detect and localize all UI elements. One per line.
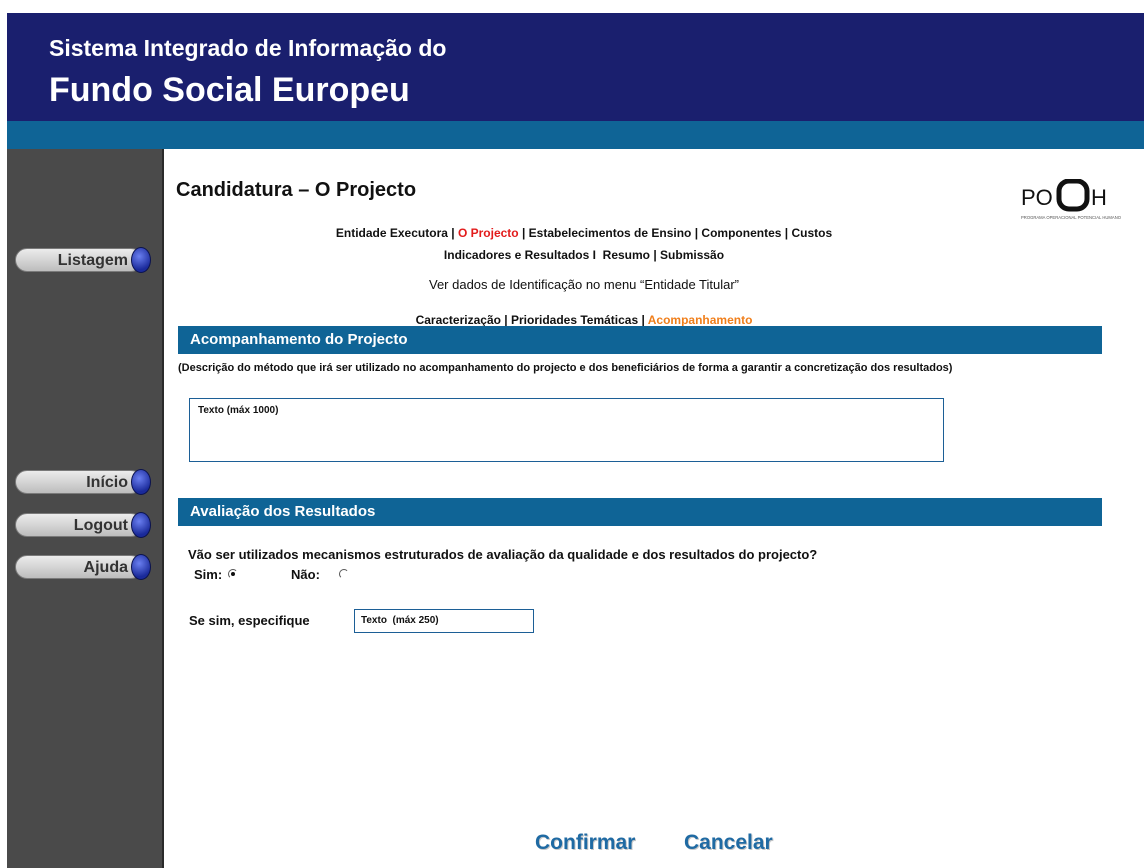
- nav-componentes[interactable]: Componentes: [701, 226, 781, 240]
- header-subbar: [7, 121, 1144, 149]
- nav-separator: |: [691, 226, 702, 240]
- inicio-button[interactable]: Início: [15, 470, 143, 494]
- logo-subtext: PROGRAMA OPERACIONAL POTENCIAL HUMANO: [1021, 215, 1122, 220]
- subtab-prioridades[interactable]: Prioridades Temáticas: [511, 313, 638, 327]
- nav-separator: I: [589, 248, 603, 262]
- avaliacao-question: Vão ser utilizados mecanismos estruturad…: [188, 547, 818, 562]
- radio-sim[interactable]: [226, 567, 240, 581]
- sidebar-item-label: Listagem: [57, 252, 128, 269]
- nav-separator: |: [447, 226, 458, 240]
- acompanhamento-description: (Descrição do método que irá ser utiliza…: [178, 362, 953, 374]
- ajuda-button[interactable]: Ajuda: [15, 555, 143, 579]
- bullet-icon: [131, 469, 151, 495]
- sub-nav: Caracterização | Prioridades Temáticas |…: [164, 313, 1004, 327]
- header-banner: Sistema Integrado de Informação do Fundo…: [7, 13, 1144, 121]
- sidebar-item-ajuda[interactable]: Ajuda: [15, 554, 155, 581]
- nav-separator: |: [650, 248, 661, 262]
- subtab-caracterizacao[interactable]: Caracterização: [416, 313, 501, 327]
- main-nav-line1: Entidade Executora | O Projecto | Estabe…: [164, 226, 1004, 240]
- radio-label-sim: Sim:: [194, 567, 223, 582]
- sidebar-item-logout[interactable]: Logout: [15, 512, 155, 539]
- nav-o-projecto[interactable]: O Projecto: [458, 226, 519, 240]
- main-content: Candidatura – O Projecto PO H PROGRAMA O…: [164, 149, 1144, 868]
- bullet-icon: [131, 512, 151, 538]
- fund-title: Fundo Social Europeu: [49, 71, 410, 109]
- bullet-icon: [131, 554, 151, 580]
- listagem-button[interactable]: Listagem: [15, 248, 143, 272]
- nav-resumo[interactable]: Resumo: [603, 248, 650, 262]
- acompanhamento-textarea[interactable]: Texto (máx 1000): [189, 398, 944, 462]
- nav-entidade-executora[interactable]: Entidade Executora: [336, 226, 448, 240]
- nav-separator: |: [638, 313, 648, 327]
- sidebar-item-listagem[interactable]: Listagem: [15, 247, 155, 274]
- subtab-acompanhamento[interactable]: Acompanhamento: [648, 313, 753, 327]
- main-nav-line2: Indicadores e Resultados I Resumo | Subm…: [164, 248, 1004, 262]
- poph-logo: PO H PROGRAMA OPERACIONAL POTENCIAL HUMA…: [1019, 178, 1144, 221]
- sidebar-item-label: Início: [86, 474, 128, 491]
- cancel-button[interactable]: Cancelar: [684, 831, 773, 855]
- poph-logo-icon: PO H PROGRAMA OPERACIONAL POTENCIAL HUMA…: [1021, 178, 1122, 220]
- page-title: Candidatura – O Projecto: [176, 179, 417, 201]
- nav-submissao[interactable]: Submissão: [660, 248, 724, 262]
- nav-separator: |: [500, 313, 511, 327]
- sidebar: Listagem Início Logout Ajuda: [7, 149, 164, 868]
- nav-separator: |: [518, 226, 529, 240]
- section-header-acompanhamento: Acompanhamento do Projecto: [178, 326, 1102, 354]
- specify-label: Se sim, especifique: [189, 613, 310, 628]
- section-header-avaliacao: Avaliação dos Resultados: [178, 498, 1102, 526]
- system-title: Sistema Integrado de Informação do: [49, 35, 447, 61]
- info-text: Ver dados de Identificação no menu “Enti…: [428, 277, 740, 292]
- logout-button[interactable]: Logout: [15, 513, 143, 537]
- nav-separator: |: [781, 226, 792, 240]
- sidebar-item-label: Ajuda: [83, 559, 128, 576]
- nav-estabelecimentos[interactable]: Estabelecimentos de Ensino: [529, 226, 692, 240]
- radio-label-nao: Não:: [291, 567, 320, 582]
- nav-indicadores[interactable]: Indicadores e Resultados: [444, 248, 589, 262]
- logo-text-h: H: [1091, 185, 1107, 210]
- specify-input[interactable]: Texto (máx 250): [354, 609, 534, 633]
- logo-text-po: PO: [1021, 185, 1053, 210]
- radio-group: Sim: Não:: [194, 567, 351, 582]
- sidebar-item-inicio[interactable]: Início: [15, 469, 155, 496]
- radio-nao[interactable]: [337, 567, 351, 581]
- bullet-icon: [131, 247, 151, 273]
- nav-custos[interactable]: Custos: [791, 226, 832, 240]
- confirm-button[interactable]: Confirmar: [535, 831, 635, 855]
- app-frame: Sistema Integrado de Informação do Fundo…: [7, 13, 1144, 868]
- sidebar-item-label: Logout: [73, 517, 128, 534]
